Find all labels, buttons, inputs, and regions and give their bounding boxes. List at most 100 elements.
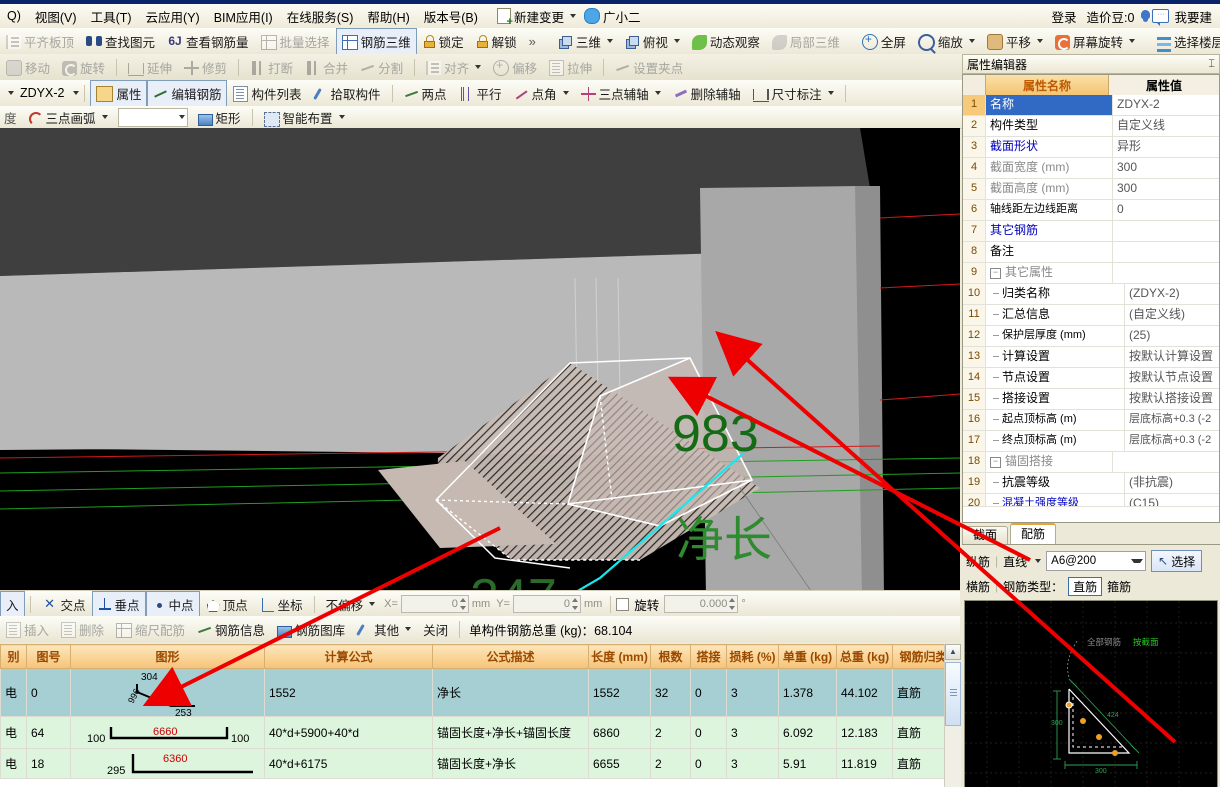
- chevron-down-icon[interactable]: [674, 39, 680, 43]
- chevron-down-icon[interactable]: [369, 602, 375, 606]
- property-row-17[interactable]: 17 终点顶标高 (m) 层底标高+0.3 (-2: [963, 431, 1219, 452]
- th-lap[interactable]: 搭接: [691, 645, 727, 669]
- draw-style-combo[interactable]: [118, 108, 188, 127]
- chevron-down-icon[interactable]: [73, 91, 79, 95]
- chevron-down-icon[interactable]: [607, 39, 613, 43]
- property-row-15[interactable]: 15 搭接设置 按默认搭接设置: [963, 389, 1219, 410]
- property-row-1[interactable]: 1 名称 ZDYX-2: [963, 95, 1219, 116]
- toolbar-orbit[interactable]: 动态观察: [686, 28, 766, 55]
- chevron-down-icon[interactable]: [828, 91, 834, 95]
- property-row-5[interactable]: 5 截面高度 (mm) 300: [963, 179, 1219, 200]
- toolbar-pan[interactable]: 平移: [981, 28, 1049, 55]
- y-spinner-icon[interactable]: [571, 597, 579, 611]
- rebar-spec-select[interactable]: A6@200: [1046, 551, 1146, 571]
- tool-move[interactable]: 移动: [0, 54, 56, 81]
- th-total-weight[interactable]: 总重 (kg): [837, 645, 893, 669]
- property-row-9[interactable]: 9 −其它属性: [963, 263, 1219, 284]
- pin-icon[interactable]: ⌶: [1208, 58, 1215, 71]
- snap-vertex[interactable]: 顶点: [200, 591, 254, 618]
- menu-item-bim[interactable]: BIM应用(I): [207, 5, 280, 28]
- table-row[interactable]: 电 0 304 996 253 1552 净长: [1, 669, 955, 717]
- rebar-delete[interactable]: 删除: [55, 616, 110, 643]
- chevron-down-icon[interactable]: [405, 627, 411, 631]
- row-value[interactable]: (非抗震): [1125, 473, 1219, 493]
- th-loss[interactable]: 损耗 (%): [727, 645, 779, 669]
- rebar-type-straight[interactable]: 直筋: [1068, 577, 1102, 596]
- property-row-2[interactable]: 2 构件类型 自定义线: [963, 116, 1219, 137]
- tab-section[interactable]: 截面: [962, 526, 1008, 544]
- property-row-14[interactable]: 14 节点设置 按默认节点设置: [963, 368, 1219, 389]
- snap-midpoint[interactable]: 中点: [146, 591, 200, 618]
- tool-split[interactable]: 分割: [354, 54, 409, 81]
- tool-stretch[interactable]: 拉伸: [543, 54, 598, 81]
- property-row-18[interactable]: 18 −锚固搭接: [963, 452, 1219, 473]
- rebar-table[interactable]: 别 图号 图形 计算公式 公式描述 长度 (mm) 根数 搭接 损耗 (%) 单…: [0, 644, 960, 787]
- btn-rectangle[interactable]: 矩形: [192, 104, 247, 131]
- new-change-button[interactable]: 新建变更: [493, 6, 580, 27]
- tool-grip-point[interactable]: 设置夹点: [609, 54, 689, 81]
- toolbar-fullscreen[interactable]: 全屏: [856, 28, 912, 55]
- tool-extend[interactable]: 延伸: [122, 54, 178, 81]
- row-value[interactable]: [1113, 263, 1219, 283]
- property-row-16[interactable]: 16 起点顶标高 (m) 层底标高+0.3 (-2: [963, 410, 1219, 431]
- scroll-up-icon[interactable]: ▲: [945, 644, 961, 660]
- row-value[interactable]: (ZDYX-2): [1125, 284, 1219, 304]
- tool-trim[interactable]: 修剪: [178, 54, 233, 81]
- login-link[interactable]: 登录: [1047, 5, 1082, 28]
- property-row-4[interactable]: 4 截面宽度 (mm) 300: [963, 158, 1219, 179]
- tool-offset[interactable]: 偏移: [487, 54, 543, 81]
- btn-properties[interactable]: 属性: [90, 80, 147, 107]
- property-row-19[interactable]: 19 抗震等级 (非抗震): [963, 473, 1219, 494]
- row-value[interactable]: [1113, 221, 1219, 241]
- row-value[interactable]: [1113, 452, 1219, 472]
- snap-intersection[interactable]: ✕ 交点: [36, 591, 92, 618]
- rebar-other[interactable]: 其他: [351, 616, 417, 643]
- toolbar-topview[interactable]: 俯视: [619, 28, 686, 55]
- table-row[interactable]: 电 18 295 6360 40*d+6175 锚固长度+净长 6: [1, 749, 955, 779]
- chevron-down-icon[interactable]: [655, 91, 661, 95]
- collapse-icon[interactable]: −: [990, 457, 1001, 468]
- row-value[interactable]: 按默认节点设置: [1125, 368, 1219, 388]
- tool-merge[interactable]: 合并: [299, 54, 354, 81]
- property-row-13[interactable]: 13 计算设置 按默认计算设置: [963, 347, 1219, 368]
- table-vertical-scrollbar[interactable]: ▲: [944, 644, 961, 787]
- row-value[interactable]: 按默认搭接设置: [1125, 389, 1219, 409]
- row-value[interactable]: 异形: [1113, 137, 1219, 157]
- snap-perpendicular[interactable]: 垂点: [92, 591, 146, 618]
- scroll-thumb[interactable]: [945, 662, 961, 726]
- row-value[interactable]: 300: [1113, 179, 1219, 199]
- toolbar-zoom[interactable]: 缩放: [912, 28, 981, 55]
- menu-item-online-service[interactable]: 在线服务(S): [280, 5, 361, 28]
- build-link[interactable]: 我要建: [1169, 5, 1217, 28]
- th-count[interactable]: 根数: [651, 645, 691, 669]
- btn-three-point-axis[interactable]: 三点辅轴: [575, 80, 667, 107]
- btn-two-point[interactable]: 两点: [398, 80, 453, 107]
- menu-item-view[interactable]: 视图(V): [28, 5, 84, 28]
- chevron-down-icon[interactable]: [969, 39, 975, 43]
- toolbar-align-top[interactable]: 平齐板顶: [0, 28, 80, 55]
- property-grid[interactable]: 属性名称 属性值 1 名称 ZDYX-2 2 构件类型 自定义线 3 截面形状 …: [962, 74, 1220, 523]
- btn-smart-layout[interactable]: 智能布置: [258, 104, 351, 131]
- rebar-library[interactable]: 钢筋图库: [271, 616, 351, 643]
- 3d-viewport[interactable]: 983 净长 247 1552 2: [0, 128, 960, 590]
- property-row-12[interactable]: 12 保护层厚度 (mm) (25): [963, 326, 1219, 347]
- rotate-input[interactable]: 0.000: [664, 595, 738, 613]
- tool-break[interactable]: 打断: [244, 54, 299, 81]
- rebar-type-stirrup[interactable]: 箍筋: [1107, 578, 1131, 595]
- row-value[interactable]: [1113, 242, 1219, 262]
- th-unit-weight[interactable]: 单重 (kg): [779, 645, 837, 669]
- chevron-down-icon[interactable]: [563, 91, 569, 95]
- coin-balance[interactable]: 造价豆:0: [1082, 5, 1140, 28]
- th-figure-no[interactable]: 图号: [27, 645, 71, 669]
- th-type[interactable]: 别: [1, 645, 27, 669]
- row-value[interactable]: 300: [1113, 158, 1219, 178]
- row-value[interactable]: 层底标高+0.3 (-2: [1125, 410, 1219, 430]
- rotate-spinner-icon[interactable]: [728, 597, 736, 611]
- rebar-close[interactable]: 关闭: [417, 616, 454, 643]
- property-row-10[interactable]: 10 归类名称 (ZDYX-2): [963, 284, 1219, 305]
- property-row-6[interactable]: 6 轴线距左边线距离 0: [963, 200, 1219, 221]
- row-value[interactable]: (C15): [1125, 494, 1219, 506]
- select-button[interactable]: ↖ 选择: [1151, 550, 1202, 572]
- btn-component-list[interactable]: 构件列表: [227, 80, 307, 107]
- rebar-scale[interactable]: 缩尺配筋: [110, 616, 191, 643]
